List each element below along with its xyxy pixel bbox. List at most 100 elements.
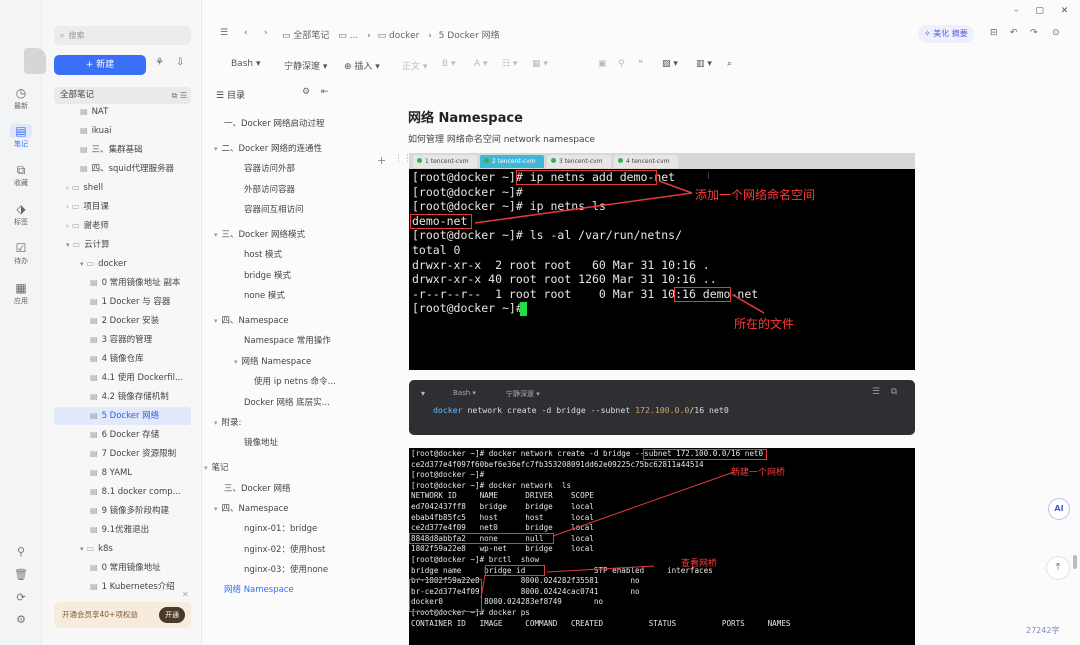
export-icon[interactable]: ⊟: [990, 28, 998, 38]
link-icon[interactable]: ⚲: [0, 545, 42, 558]
chevron-down-icon[interactable]: ▾: [214, 145, 218, 153]
chevron-down-icon[interactable]: ▾: [66, 241, 70, 249]
chevron-down-icon[interactable]: ▾: [214, 505, 218, 513]
tree-note[interactable]: ▤ 0 常用镜像地址: [90, 559, 161, 577]
format-painter-icon[interactable]: ▨ ▾: [662, 59, 678, 69]
tree-folder[interactable]: › ▭ shell: [66, 179, 103, 197]
code-block[interactable]: ▾ Bash ▾ 宁静深邃 ▾ ☰ ⧉ docker network creat…: [409, 380, 915, 435]
scrollbar[interactable]: [1073, 555, 1077, 569]
chevron-down-icon[interactable]: ▾: [80, 260, 84, 268]
toc-item[interactable]: nginx-01：bridge: [244, 521, 342, 538]
rail-item-clock[interactable]: ◷ 最新: [0, 86, 42, 111]
toc-item[interactable]: ▾ 四、Namespace: [214, 313, 342, 330]
toc-item[interactable]: ▾ 二、Docker 网络的连通性: [214, 141, 342, 158]
rail-item-note[interactable]: ▤ 笔记: [0, 124, 42, 149]
toc-item[interactable]: ▾ 三、Docker 网络模式: [214, 227, 342, 244]
chevron-right-icon[interactable]: ›: [66, 222, 69, 230]
toc-item[interactable]: nginx-03：使用none: [244, 562, 342, 579]
tree-note[interactable]: ▤ 1 Docker 与 容器: [90, 293, 170, 311]
tree-note[interactable]: ▤ 四、squid代理服务器: [80, 160, 174, 178]
tree-note[interactable]: ▤ 4.2 镜像存储机制: [90, 388, 169, 406]
bullet-list-icon[interactable]: ☷ ▾: [502, 59, 517, 69]
image-icon[interactable]: ▣: [598, 59, 607, 69]
tree-note[interactable]: ▤ 三、集群基础: [80, 141, 143, 159]
chevron-down-icon[interactable]: ▾: [234, 358, 238, 366]
collapse-icon[interactable]: ▾: [421, 389, 425, 398]
terminal-screenshot-netns[interactable]: 1 tencent-cvm 2 tencent-cvm 3 tencent-cvm 4…: [409, 153, 915, 370]
toc-item[interactable]: ▾ 网络 Namespace: [234, 354, 342, 371]
tree-note[interactable]: ▤ 5 Docker 网络: [54, 407, 191, 425]
sort-icon[interactable]: ⧉ ☰: [172, 87, 187, 104]
breadcrumb-item[interactable]: 5 Docker 网络: [439, 31, 500, 41]
code-lang-select[interactable]: Bash ▾: [231, 59, 260, 69]
toc-settings-icon[interactable]: ⚙ ⇤: [302, 87, 328, 97]
toc-item[interactable]: none 模式: [244, 288, 342, 305]
rail-item-tag[interactable]: ⬗ 标签: [0, 202, 42, 227]
vip-promo[interactable]: 开通会员享40+项权益 开通: [54, 602, 191, 628]
back-icon[interactable]: ‹: [244, 28, 248, 38]
toc-item[interactable]: Namespace 常用操作: [244, 333, 342, 350]
tree-note[interactable]: ▤ 7 Docker 资源限制: [90, 445, 176, 463]
trash-icon[interactable]: 🗑: [0, 568, 42, 581]
toc-item[interactable]: 三、Docker 网络: [224, 481, 342, 498]
tree-note[interactable]: ▤ 9.1优雅退出: [90, 521, 149, 539]
chevron-right-icon[interactable]: ›: [66, 184, 69, 192]
toc-item[interactable]: host 模式: [244, 247, 342, 264]
block-icon[interactable]: ▥ ▾: [696, 59, 712, 69]
tree-note[interactable]: ▤ 8 YAML: [90, 464, 132, 482]
window-controls[interactable]: – ▢ ✕: [1014, 6, 1068, 16]
breadcrumb-item[interactable]: ...: [350, 31, 359, 41]
code-theme-select[interactable]: 宁静深邃 ▾: [506, 389, 540, 399]
quote-icon[interactable]: ❝: [638, 59, 643, 69]
toc-item[interactable]: ▾ 四、Namespace: [214, 501, 342, 518]
chevron-right-icon[interactable]: ›: [66, 203, 69, 211]
settings-icon[interactable]: ⚙: [0, 613, 42, 626]
all-notes-header[interactable]: 全部笔记 ⧉ ☰: [54, 87, 191, 104]
add-block-icon[interactable]: +: [377, 154, 386, 167]
chevron-down-icon[interactable]: ▾: [204, 464, 208, 472]
tree-folder[interactable]: ▾ ▭ 云计算: [66, 236, 110, 254]
copy-icon[interactable]: ☰ ⧉: [872, 387, 897, 397]
menu-icon[interactable]: ☰: [220, 28, 228, 38]
forward-icon[interactable]: ›: [264, 28, 268, 38]
tree-note[interactable]: ▤ 6 Docker 存储: [90, 426, 159, 444]
toc-item[interactable]: 容器间互相访问: [244, 202, 342, 219]
paragraph-select[interactable]: 正文 ▾: [402, 59, 427, 72]
toc-item[interactable]: 一、Docker 网络启动过程: [224, 116, 342, 133]
breadcrumb-item[interactable]: 全部笔记: [293, 31, 329, 41]
ai-beautify-button[interactable]: ✧ 美化 摘要: [918, 25, 974, 43]
undo-icon[interactable]: ↶: [1010, 28, 1018, 38]
tree-note[interactable]: ▤ 1 Kubernetes介绍: [90, 578, 175, 596]
tree-note[interactable]: ▤ 2 Docker 安装: [90, 312, 159, 330]
back-to-top-button[interactable]: ⤒: [1046, 556, 1070, 580]
paragraph[interactable]: 如何管理 网络命名空间 network namespace: [408, 132, 595, 145]
rail-item-bookmark[interactable]: ⧉ 收藏: [0, 163, 42, 188]
close-icon[interactable]: ✕: [182, 590, 189, 599]
tree-folder[interactable]: › ▭ 项目课: [66, 198, 109, 216]
code-line[interactable]: docker network create -d bridge --subnet…: [433, 405, 729, 415]
vip-open-button[interactable]: 开通: [159, 607, 185, 623]
toc-item[interactable]: 容器访问外部: [244, 161, 342, 178]
table-icon[interactable]: ▦ ▾: [532, 59, 548, 69]
link-icon[interactable]: ⚲: [618, 59, 625, 69]
code-lang-select[interactable]: Bash ▾: [453, 389, 476, 397]
sync-icon[interactable]: ⟳: [0, 591, 42, 604]
toc-item[interactable]: ▾ 笔记: [204, 460, 342, 477]
search-input[interactable]: ⌕ 搜索: [54, 26, 191, 45]
chevron-down-icon[interactable]: ▾: [214, 231, 218, 239]
tree-note[interactable]: ▤ ikuai: [80, 122, 112, 140]
tree-note[interactable]: ▤ 9 镜像多阶段构建: [90, 502, 169, 520]
toc-item[interactable]: 镜像地址: [244, 435, 342, 452]
toc-item[interactable]: 使用 ip netns 命令...: [254, 374, 342, 391]
tree-folder[interactable]: › ▭ 谢老师: [66, 217, 109, 235]
chevron-down-icon[interactable]: ▾: [214, 317, 218, 325]
new-note-button[interactable]: + 新建: [54, 55, 146, 75]
tree-note[interactable]: ▤ 0 常用镜像地址 副本: [90, 274, 180, 292]
import-icon[interactable]: ⇩: [176, 57, 184, 68]
tree-folder[interactable]: ▾ ▭ docker: [80, 255, 127, 273]
tree-folder[interactable]: ▾ ▭ k8s: [80, 540, 113, 558]
tree-note[interactable]: ▤ 4 镜像仓库: [90, 350, 144, 368]
chevron-down-icon[interactable]: ▾: [214, 419, 218, 427]
breadcrumb-item[interactable]: docker: [389, 31, 419, 41]
tool-icon[interactable]: ⚘: [155, 57, 164, 68]
